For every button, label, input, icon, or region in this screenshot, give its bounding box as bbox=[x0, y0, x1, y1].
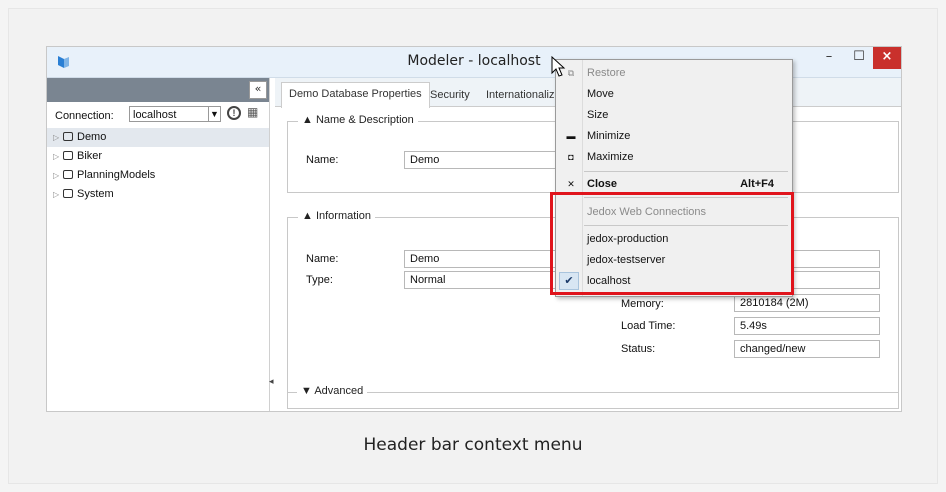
connection-label: Connection: bbox=[55, 110, 114, 122]
memory-label: Memory: bbox=[621, 298, 664, 310]
status-field: changed/new bbox=[734, 340, 880, 358]
name-description-name-field[interactable]: Demo bbox=[404, 151, 564, 169]
highlight-box bbox=[550, 192, 794, 295]
name-label: Name: bbox=[306, 154, 339, 166]
menu-shortcut: Alt+F4 bbox=[740, 178, 774, 190]
minimize-button[interactable]: – bbox=[815, 47, 843, 69]
menu-item-label: Minimize bbox=[587, 130, 631, 142]
type-field: Normal bbox=[404, 271, 564, 289]
tab-internationalization[interactable]: Internationaliz bbox=[479, 84, 562, 106]
connection-select[interactable]: localhost bbox=[129, 106, 209, 122]
menu-separator bbox=[584, 171, 788, 172]
advanced-divider bbox=[287, 392, 899, 393]
database-icon bbox=[63, 170, 73, 179]
expand-icon[interactable]: ▷ bbox=[53, 166, 61, 185]
tab-demo-database-properties[interactable]: Demo Database Properties bbox=[281, 82, 430, 108]
expand-icon[interactable]: ▷ bbox=[53, 128, 61, 147]
system-database-icon bbox=[63, 189, 73, 198]
menu-item-move[interactable]: Move bbox=[556, 84, 792, 104]
close-button[interactable]: × bbox=[873, 47, 901, 69]
type-label: Type: bbox=[306, 274, 333, 286]
maximize-icon: ◘ bbox=[568, 152, 574, 162]
menu-item-minimize[interactable]: ▬ Minimize bbox=[556, 126, 792, 146]
menu-item-restore[interactable]: ⧉ Restore bbox=[556, 63, 792, 83]
database-tree: ▷ Demo ▷ Biker ▷ PlanningModels ▷ System bbox=[47, 128, 269, 204]
connection-row: Connection: localhost ▼ ! ▦ bbox=[47, 102, 269, 128]
information-toggle[interactable]: ▲ Information bbox=[298, 210, 375, 222]
tree-item-biker[interactable]: ▷ Biker bbox=[47, 147, 269, 166]
tree-item-label: PlanningModels bbox=[77, 169, 156, 181]
info-name-field: Demo bbox=[404, 250, 564, 268]
mouse-cursor-icon bbox=[551, 56, 566, 77]
figure-caption: Header bar context menu bbox=[363, 435, 583, 455]
menu-item-label: Move bbox=[587, 88, 614, 100]
info-name-label: Name: bbox=[306, 253, 339, 265]
menu-item-close[interactable]: ✕ Close Alt+F4 bbox=[556, 174, 792, 194]
menu-item-label: Restore bbox=[587, 67, 626, 79]
status-label: Status: bbox=[621, 343, 656, 355]
menu-item-label: Close bbox=[587, 178, 617, 190]
expand-icon[interactable]: ▷ bbox=[53, 185, 61, 204]
menu-item-label: Maximize bbox=[587, 151, 634, 163]
left-panel: « Connection: localhost ▼ ! ▦ ▷ Demo ▷ Bik… bbox=[47, 78, 270, 411]
tree-item-label: Demo bbox=[77, 131, 107, 143]
tree-item-planningmodels[interactable]: ▷ PlanningModels bbox=[47, 166, 269, 185]
menu-item-size[interactable]: Size bbox=[556, 105, 792, 125]
panel-splitter-handle[interactable]: ◂ bbox=[269, 377, 274, 407]
tab-security[interactable]: Security bbox=[423, 84, 477, 106]
expand-icon[interactable]: ▷ bbox=[53, 147, 61, 166]
tree-item-system[interactable]: ▷ System bbox=[47, 185, 269, 204]
tree-item-demo[interactable]: ▷ Demo bbox=[47, 128, 269, 147]
load-time-label: Load Time: bbox=[621, 320, 676, 332]
advanced-toggle[interactable]: ▼ Advanced bbox=[297, 385, 368, 397]
close-icon: ✕ bbox=[567, 179, 575, 189]
tree-item-label: Biker bbox=[77, 150, 103, 162]
name-description-toggle[interactable]: ▲ Name & Description bbox=[298, 114, 418, 126]
menu-item-maximize[interactable]: ◘ Maximize bbox=[556, 147, 792, 167]
menu-item-label: Size bbox=[587, 109, 609, 121]
left-panel-header: « bbox=[47, 78, 269, 102]
chevron-down-icon[interactable]: ▼ bbox=[209, 106, 221, 122]
minimize-icon: ▬ bbox=[566, 131, 576, 141]
load-time-field: 5.49s bbox=[734, 317, 880, 335]
maximize-button[interactable]: ☐ bbox=[845, 47, 873, 69]
collapse-panel-button[interactable]: « bbox=[249, 81, 267, 99]
database-icon bbox=[63, 151, 73, 160]
database-settings-icon[interactable]: ▦ bbox=[247, 105, 258, 119]
tree-item-label: System bbox=[77, 188, 114, 200]
database-icon bbox=[63, 132, 73, 141]
info-icon[interactable]: ! bbox=[227, 106, 241, 120]
